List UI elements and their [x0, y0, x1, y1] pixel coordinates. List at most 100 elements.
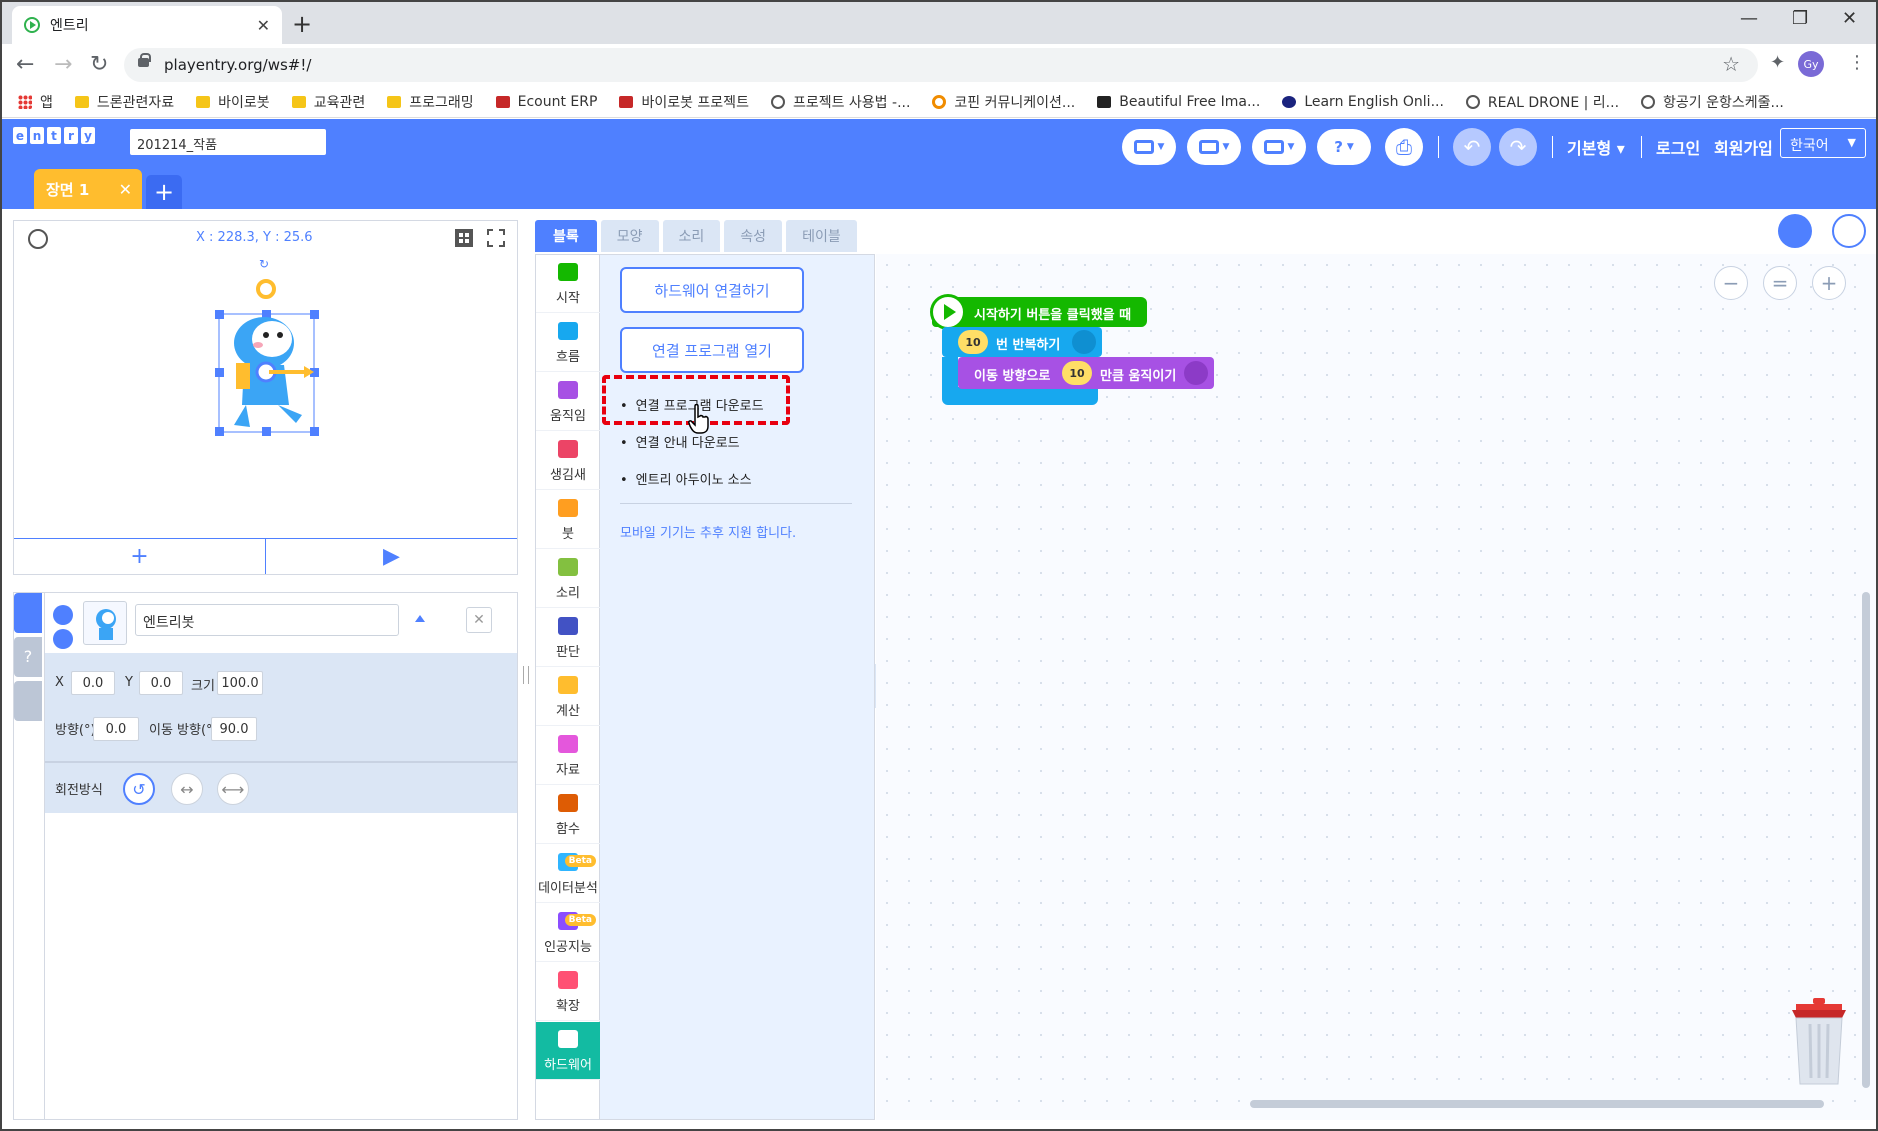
size-input[interactable]: 100.0 [217, 671, 263, 695]
delete-object-button[interactable]: ✕ [466, 607, 492, 633]
category-7[interactable]: 계산 [536, 668, 600, 726]
bookmark-item[interactable]: 프로그래밍 [387, 92, 474, 112]
download-connection-guide-link[interactable]: 연결 안내 다운로드 [620, 432, 740, 451]
close-tab-icon[interactable]: ✕ [257, 16, 270, 35]
new-tab-icon[interactable]: + [292, 10, 312, 38]
grid-icon[interactable] [455, 229, 473, 247]
tab-table[interactable]: 테이블 [786, 220, 857, 252]
category-5[interactable]: 소리 [536, 550, 600, 608]
x-input[interactable]: 0.0 [71, 671, 115, 695]
new-project-menu-button[interactable]: ▼ [1187, 129, 1241, 165]
tab-shapes[interactable]: 모양 [600, 220, 659, 252]
program-mode-button[interactable]: ▼ [1122, 129, 1176, 165]
bookmark-item[interactable]: 코핀 커뮤니케이션... [932, 92, 1075, 112]
bookmark-item[interactable]: 바이로봇 프로젝트 [619, 92, 749, 112]
scene-tab[interactable]: 장면 1 ✕ [34, 169, 142, 209]
object-name-input[interactable]: 엔트리봇 [135, 604, 399, 636]
forward-icon[interactable]: → [54, 52, 72, 77]
speed-icon[interactable] [28, 229, 48, 249]
console-tab[interactable] [14, 681, 42, 721]
panel-resize-handle[interactable] [523, 666, 529, 684]
category-10[interactable]: 데이터분석 Beta [536, 845, 600, 903]
bookmark-star-icon[interactable]: ☆ [1722, 52, 1740, 76]
open-connection-program-button[interactable]: 연결 프로그램 열기 [620, 327, 804, 373]
category-1[interactable]: 흐름 [536, 314, 600, 372]
bookmark-item[interactable]: REAL DRONE | 리... [1465, 92, 1619, 112]
y-input[interactable]: 0.0 [139, 671, 183, 695]
signup-link[interactable]: 회원가입 [1714, 135, 1773, 159]
bookmark-item[interactable]: 앱 [18, 92, 53, 112]
browser-menu-icon[interactable]: ⋮ [1848, 52, 1866, 73]
move-block[interactable]: 이동 방향으로 10 만큼 움직이기 [958, 357, 1214, 389]
vertical-scrollbar[interactable] [1862, 592, 1870, 1088]
zoom-in-button[interactable]: + [1812, 266, 1846, 300]
visibility-eye-icon[interactable] [53, 605, 73, 625]
bookmark-item[interactable]: Beautiful Free Ima... [1097, 94, 1260, 110]
stage-canvas[interactable]: ↻ [14, 255, 517, 540]
browser-tab[interactable]: 엔트리 ✕ [12, 6, 282, 44]
rotate-free-icon[interactable]: ↺ [123, 773, 155, 805]
trash-icon[interactable] [1786, 996, 1852, 1086]
category-9[interactable]: 함수 [536, 786, 600, 844]
category-0[interactable]: 시작 [536, 255, 600, 313]
category-12[interactable]: 확장 [536, 963, 600, 1021]
objects-tab[interactable] [14, 593, 42, 633]
backpack-icon[interactable] [1832, 214, 1866, 248]
category-2[interactable]: 움직임 [536, 373, 600, 431]
category-8[interactable]: 자료 [536, 727, 600, 785]
add-scene-button[interactable]: + [146, 175, 182, 209]
bookmark-item[interactable]: 드론관련자료 [74, 92, 174, 112]
move-amount-input[interactable]: 10 [1062, 361, 1092, 385]
help-menu-button[interactable]: ? ▼ [1317, 129, 1371, 165]
close-window-icon[interactable]: ✕ [1842, 8, 1857, 29]
category-13[interactable]: 하드웨어 [536, 1022, 600, 1080]
restore-icon[interactable]: ❐ [1792, 8, 1808, 29]
rotate-none-icon[interactable]: ⟷ [217, 773, 249, 805]
collapse-arrow-icon[interactable] [415, 615, 425, 622]
save-menu-button[interactable]: ▼ [1252, 129, 1306, 165]
entry-logo[interactable]: entry [13, 127, 95, 144]
help-tab[interactable]: ? [14, 637, 42, 677]
bookmark-item[interactable]: Ecount ERP [495, 94, 597, 110]
direction-input[interactable]: 0.0 [93, 717, 139, 741]
lock-object-icon[interactable] [53, 629, 73, 649]
mode-select[interactable]: 기본형 ▾ [1567, 135, 1625, 159]
tab-properties[interactable]: 속성 [724, 220, 783, 252]
bookmark-item[interactable]: 바이로봇 [196, 92, 270, 112]
rotate-horizontal-icon[interactable]: ↔ [171, 773, 203, 805]
bookmark-item[interactable]: 프로젝트 사용법 -... [770, 92, 910, 112]
repeat-count-input[interactable]: 10 [958, 330, 988, 354]
print-button[interactable]: ⎙ [1385, 128, 1423, 166]
object-row[interactable]: 엔트리봇 ✕ [45, 593, 517, 653]
comment-icon[interactable] [1778, 214, 1812, 248]
zoom-reset-button[interactable]: = [1763, 266, 1797, 300]
redo-button[interactable]: ↷ [1499, 128, 1537, 166]
bookmark-item[interactable]: 교육관련 [291, 92, 365, 112]
language-select[interactable]: 한국어 ▼ [1780, 128, 1866, 158]
category-4[interactable]: 붓 [536, 491, 600, 549]
entrybot-sprite[interactable]: ↻ [14, 255, 517, 540]
tab-blocks[interactable]: 블록 [535, 220, 597, 252]
connect-hardware-button[interactable]: 하드웨어 연결하기 [620, 267, 804, 313]
add-object-button[interactable]: + [14, 539, 266, 574]
profile-avatar[interactable]: Gy [1798, 51, 1824, 77]
extensions-icon[interactable]: ✦ [1770, 52, 1785, 73]
address-bar[interactable]: playentry.org/ws#!/ ☆ [124, 48, 1758, 82]
move-direction-input[interactable]: 90.0 [211, 717, 257, 741]
bookmark-item[interactable]: 항공기 운항스케줄... [1641, 92, 1784, 112]
back-icon[interactable]: ← [16, 52, 34, 77]
undo-button[interactable]: ↶ [1453, 128, 1491, 166]
fullscreen-icon[interactable] [487, 229, 505, 247]
reload-icon[interactable]: ↻ [90, 52, 108, 77]
zoom-out-button[interactable]: − [1714, 266, 1748, 300]
repeat-block[interactable]: 10 번 반복하기 [942, 327, 1102, 357]
minimize-icon[interactable]: — [1740, 8, 1758, 29]
category-11[interactable]: 인공지능 Beta [536, 904, 600, 962]
close-scene-icon[interactable]: ✕ [119, 180, 132, 199]
bookmark-item[interactable]: Learn English Onli... [1282, 94, 1444, 110]
category-3[interactable]: 생김새 [536, 432, 600, 490]
tab-sounds[interactable]: 소리 [662, 220, 721, 252]
horizontal-scrollbar[interactable] [1250, 1100, 1824, 1108]
category-6[interactable]: 판단 [536, 609, 600, 667]
arduino-source-link[interactable]: 엔트리 아두이노 소스 [620, 469, 752, 488]
